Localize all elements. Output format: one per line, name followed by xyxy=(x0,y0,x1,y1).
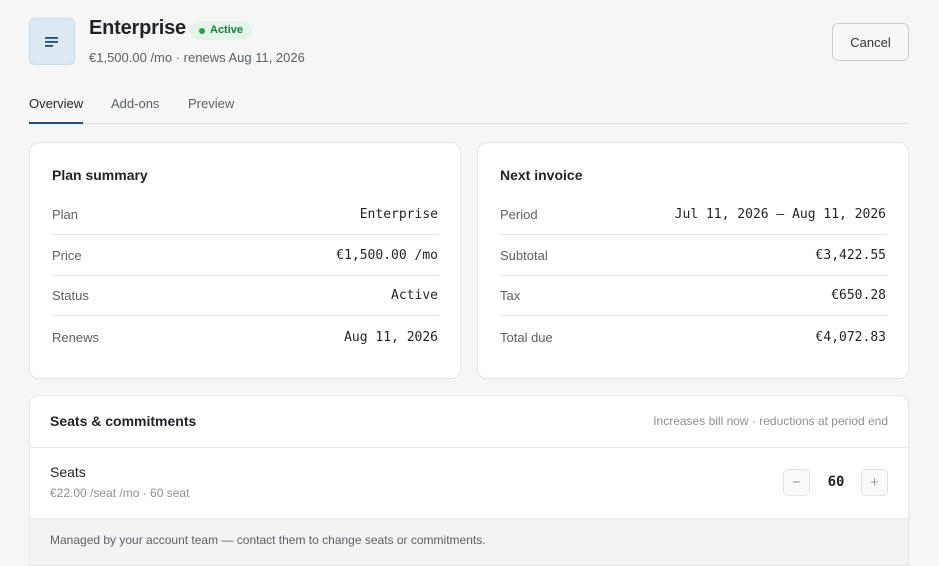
row-label: Total due xyxy=(500,329,553,345)
status-badge: Active xyxy=(190,21,253,40)
row-value: Jul 11, 2026 – Aug 11, 2026 xyxy=(674,207,886,222)
managed-note: Managed by your account team — contact t… xyxy=(30,518,908,565)
plan-summary-title: Plan summary xyxy=(52,167,148,183)
seats-label: Seats xyxy=(50,464,86,480)
row-label: Subtotal xyxy=(500,248,548,263)
plan-icon xyxy=(29,18,75,65)
invoice-row-total-due: Total due €4,072.83 xyxy=(500,317,886,357)
row-label: Plan xyxy=(52,207,79,222)
row-value: €1,500.00 /mo xyxy=(336,248,438,263)
seats-price-detail: €22.00 /seat /mo · 60 seat xyxy=(50,486,190,500)
row-label: Period xyxy=(500,207,538,222)
row-value: Active xyxy=(391,288,438,303)
row-label: Renews xyxy=(52,329,99,345)
seats-increment-button[interactable]: + xyxy=(861,469,888,496)
seats-title: Seats & commitments xyxy=(50,413,197,429)
tab-preview[interactable]: Preview xyxy=(188,96,234,124)
row-label: Price xyxy=(52,248,82,263)
row-label: Status xyxy=(52,288,89,303)
seats-decrement-button[interactable]: − xyxy=(783,469,810,496)
row-value: €4,072.83 xyxy=(815,329,886,345)
row-value: Aug 11, 2026 xyxy=(344,329,438,345)
row-value: €650.28 xyxy=(831,288,886,303)
next-invoice-title: Next invoice xyxy=(500,167,583,183)
document-lines-icon xyxy=(45,36,58,47)
seats-card: Seats & commitments Increases bill now ·… xyxy=(29,395,909,566)
next-invoice-card: Next invoice Period Jul 11, 2026 – Aug 1… xyxy=(477,142,909,379)
status-dot-icon xyxy=(199,28,205,34)
status-badge-label: Active xyxy=(210,24,244,36)
invoice-row-tax: Tax €650.28 xyxy=(500,276,886,316)
invoice-row-period: Period Jul 11, 2026 – Aug 11, 2026 xyxy=(500,195,886,235)
plan-summary-card: Plan summary Plan Enterprise Price €1,50… xyxy=(29,142,461,379)
seats-header: Seats & commitments Increases bill now ·… xyxy=(30,396,908,448)
tab-overview[interactable]: Overview xyxy=(29,96,84,124)
page-title: Enterprise xyxy=(89,17,186,39)
tab-add-ons[interactable]: Add-ons xyxy=(111,96,159,124)
seats-quantity: 60 xyxy=(827,474,845,490)
summary-row-plan: Plan Enterprise xyxy=(52,195,438,235)
summary-row-status: Status Active xyxy=(52,276,438,316)
summary-row-price: Price €1,500.00 /mo xyxy=(52,236,438,276)
cancel-button[interactable]: Cancel xyxy=(832,23,909,61)
summary-row-renews: Renews Aug 11, 2026 xyxy=(52,317,438,357)
seats-note: Increases bill now · reductions at perio… xyxy=(653,414,888,428)
tab-bar: Overview Add-ons Preview xyxy=(29,96,909,124)
row-label: Tax xyxy=(500,288,521,303)
row-value: Enterprise xyxy=(359,207,438,222)
plan-subtitle: €1,500.00 /mo · renews Aug 11, 2026 xyxy=(89,50,305,65)
row-value: €3,422.55 xyxy=(815,248,886,263)
invoice-row-subtotal: Subtotal €3,422.55 xyxy=(500,236,886,276)
